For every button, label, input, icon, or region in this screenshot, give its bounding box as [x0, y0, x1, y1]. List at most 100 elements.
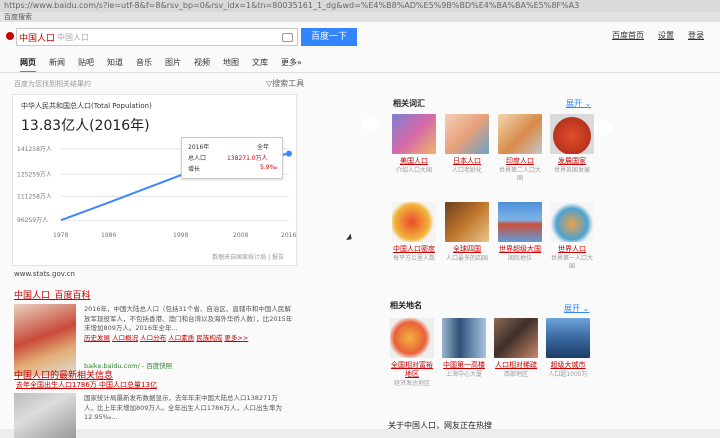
sublink[interactable]: 历史发展 [84, 334, 110, 342]
place-item-label: 中国第一高楼 [443, 361, 485, 369]
related-expand[interactable]: 展开 ⌄ [566, 98, 591, 109]
related-item-image [445, 202, 489, 242]
related-item[interactable]: 发展国家 世界各国发展 [550, 114, 594, 175]
related-item[interactable]: 中国人口密度 每平方公里人数 [392, 202, 436, 263]
place-item[interactable]: 人口相对稀疏 西部地区 [494, 318, 538, 379]
hot-search-heading: 关于中国人口，网友正在热搜 [388, 421, 492, 430]
related-item[interactable]: 印度人口 世界第二人口大国 [498, 114, 542, 183]
settings-link[interactable]: 设置 [658, 30, 674, 41]
related-item-label: 美国人口 [400, 157, 428, 165]
place-item[interactable]: 超级大城市 人口超1000万 [546, 318, 590, 379]
x-tick-label: 1978 [53, 232, 68, 239]
related-item-image [498, 114, 542, 154]
card-site[interactable]: www.stats.gov.cn [14, 270, 75, 278]
search-page: 中国人口 中国人口 百度一下 百度首页 设置 登录 网页 新闻 贴吧 知道 音乐… [0, 22, 720, 438]
tip-year: 2016年 [188, 144, 210, 151]
card-headline: 13.83亿人(2016年) [21, 118, 150, 134]
tab-map[interactable]: 地图 [223, 57, 239, 73]
place-item[interactable]: 中国第一高楼 上海中心大厦 [442, 318, 486, 379]
address-bar[interactable]: https://www.baidu.com/s?ie=utf-8&f=8&rsv… [0, 0, 720, 12]
related-item-label: 日本人口 [453, 157, 481, 165]
tip-growth-value: 5.9‰ [260, 164, 278, 171]
result-thumbnail-news[interactable] [14, 393, 76, 438]
login-link[interactable]: 登录 [688, 30, 704, 41]
related-item-label: 中国人口密度 [393, 245, 435, 253]
tab-wenku[interactable]: 文库 [252, 57, 268, 73]
y-tick-label: 96259万人 [17, 217, 48, 224]
sublink[interactable]: 更多>> [224, 334, 248, 342]
browser-tab[interactable]: 百度搜索 [0, 12, 720, 22]
screen-glare [594, 121, 612, 135]
related-item-label: 世界人口 [558, 245, 586, 253]
chevron-down-icon: ⌄ [582, 99, 592, 108]
place-item-image [494, 318, 538, 358]
search-button[interactable]: 百度一下 [301, 28, 357, 46]
result-count: 百度为您找到相关结果约 [14, 80, 91, 88]
place-item-image [546, 318, 590, 358]
related-places-heading: 相关地名 [390, 301, 422, 310]
place-item-sub: 西部地区 [503, 371, 528, 378]
sublink[interactable]: 民族构成 [196, 334, 222, 342]
tab-divider [0, 72, 720, 73]
place-item-sub: 人口超1000万 [548, 371, 588, 378]
place-item-image [390, 318, 434, 358]
related-item[interactable]: 美国人口 介绍人口大国 [392, 114, 436, 175]
related-item-image [392, 202, 436, 242]
related-item-sub: 世界各国发展 [553, 167, 590, 174]
tab-news[interactable]: 新闻 [49, 57, 65, 73]
place-item-label: 人口相对稀疏 [495, 361, 537, 369]
result-snippet-baike: 2016年，中国大陆总人口（包括31个省、自治区、直辖市和中国人民解放军现役军人… [84, 305, 293, 342]
related-item-image [445, 114, 489, 154]
x-tick-label: 1986 [101, 232, 116, 239]
sublink[interactable]: 人口概况 [112, 334, 138, 342]
result-snippet-news: 国家统计局最新发布数据显示，去年年末中国大陆总人口138271万人，比上年末增加… [84, 394, 282, 421]
search-hint: 中国人口 [57, 32, 90, 42]
related-item[interactable]: 世界超级大国 国际地位 [498, 202, 542, 263]
related-item-sub: 世界第一人口大国 [550, 255, 593, 270]
chevron-down-icon: ⌄ [580, 304, 590, 313]
tab-zhidao[interactable]: 知道 [107, 57, 123, 73]
tab-tieba[interactable]: 贴吧 [78, 57, 94, 73]
place-item-image [442, 318, 486, 358]
tip-total-label: 总人口 [188, 155, 207, 162]
screen-glare [362, 117, 380, 131]
tab-more[interactable]: 更多» [281, 57, 302, 73]
related-item-sub: 每平方公里人数 [392, 255, 435, 262]
result-thumbnail-map[interactable] [14, 304, 76, 376]
related-item[interactable]: 世界人口 世界第一人口大国 [550, 202, 594, 271]
baidu-logo[interactable] [6, 32, 14, 40]
related-item-sub: 人口老龄化 [451, 167, 482, 174]
mouse-cursor [346, 233, 354, 243]
home-link[interactable]: 百度首页 [612, 30, 644, 41]
related-item-label: 印度人口 [506, 157, 534, 165]
x-tick-label: 2008 [233, 232, 248, 239]
tip-year-right: 全年 [257, 144, 270, 151]
tip-growth-label: 增长 [188, 166, 201, 173]
tip-total-value: 138271.0万人 [227, 155, 268, 162]
search-box[interactable]: 中国人口 中国人口 [16, 28, 298, 46]
related-item-sub: 国际地位 [507, 255, 532, 262]
y-tick-label: 141258万人 [17, 146, 52, 153]
tab-images[interactable]: 图片 [165, 57, 181, 73]
related-item[interactable]: 日本人口 人口老龄化 [445, 114, 489, 175]
place-item-label: 超级大城市 [550, 361, 586, 369]
related-terms-heading: 相关词汇 [393, 99, 425, 108]
place-item[interactable]: 全国相对富裕地区 经济发达地区 [390, 318, 434, 388]
related-item[interactable]: 全球四国 人口最多的四国 [445, 202, 489, 263]
places-expand[interactable]: 展开 ⌄ [564, 303, 589, 314]
related-item-image [550, 114, 594, 154]
result-news-headline[interactable]: 去年全国出生人口1786万 中国人口总量13亿 [16, 380, 157, 390]
camera-icon[interactable] [282, 33, 293, 42]
search-tools[interactable]: ▽搜索工具 [266, 78, 304, 89]
x-tick-label: 1998 [173, 232, 188, 239]
card-source[interactable]: 数据来自国家统计局 | 报告 [212, 252, 284, 261]
result-title-baike[interactable]: 中国人口_百度百科 [14, 288, 91, 301]
search-query[interactable]: 中国人口 [17, 31, 55, 44]
related-item-label: 世界超级大国 [499, 245, 541, 253]
sublink[interactable]: 人口素质 [168, 334, 194, 342]
tab-web[interactable]: 网页 [20, 57, 36, 73]
sublink[interactable]: 人口分布 [140, 334, 166, 342]
tab-video[interactable]: 视频 [194, 57, 210, 73]
place-item-label: 全国相对富裕地区 [391, 361, 433, 378]
tab-music[interactable]: 音乐 [136, 57, 152, 73]
